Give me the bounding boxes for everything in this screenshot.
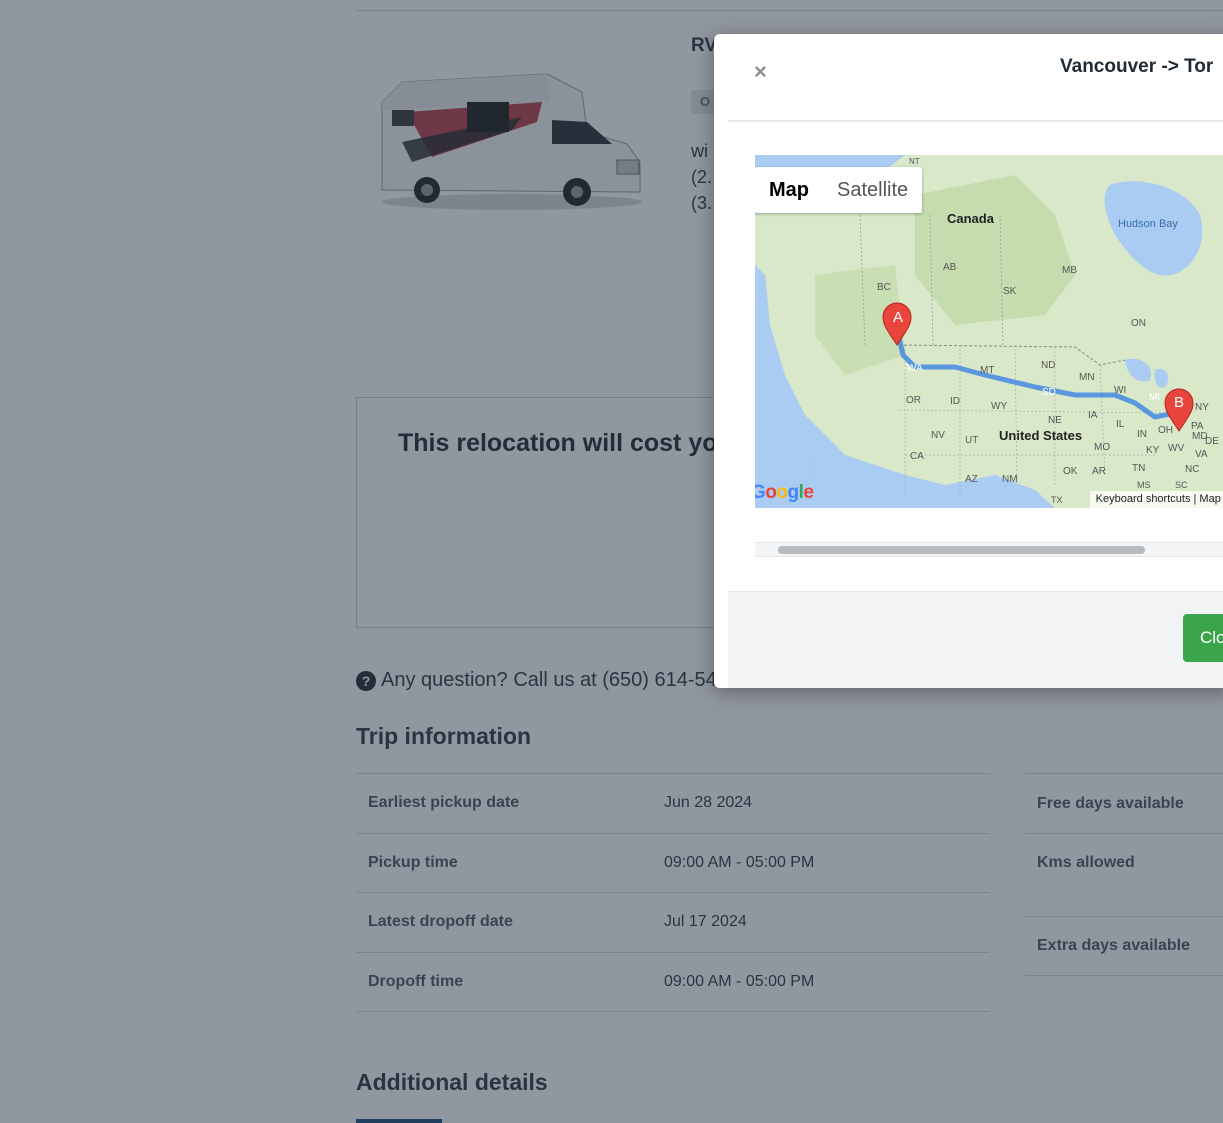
map-label: KY	[1146, 445, 1160, 456]
map-label: AR	[1092, 466, 1106, 477]
map-label: IA	[1088, 410, 1098, 421]
map-label: WV	[1168, 443, 1185, 454]
map-label: NV	[931, 430, 945, 441]
map-label: MB	[1062, 265, 1077, 276]
map-label: SD	[1042, 387, 1056, 398]
map-label: BC	[877, 282, 891, 293]
map-label: CA	[910, 451, 924, 462]
map-label: OH	[1158, 425, 1173, 436]
map-label: AZ	[965, 474, 978, 485]
map-label: NE	[1048, 415, 1062, 426]
horizontal-scrollbar[interactable]	[755, 542, 1223, 557]
route-map[interactable]: A B Canada Hudson Bay United States NT B…	[755, 155, 1223, 508]
map-label: TX	[1051, 495, 1063, 505]
map-label: NT	[909, 157, 920, 166]
map-label: MT	[980, 365, 995, 376]
marker-b-label: B	[1173, 394, 1184, 411]
map-label: MO	[1094, 442, 1111, 453]
map-label: Hudson Bay	[1118, 218, 1178, 230]
map-label: TN	[1132, 463, 1146, 474]
map-label: UT	[965, 435, 979, 446]
map-label: OR	[906, 395, 921, 406]
route-modal: × Vancouver -> Tor A B Canada Hudson Bay…	[714, 34, 1223, 688]
map-label: VA	[1195, 449, 1208, 460]
map-label: AB	[943, 262, 957, 273]
map-label: WY	[991, 401, 1008, 412]
map-label: OK	[1063, 466, 1078, 477]
close-button[interactable]: Clo	[1183, 614, 1223, 662]
map-label: MS	[1137, 480, 1151, 490]
map-label: WI	[1114, 385, 1127, 396]
map-label: United States	[999, 428, 1083, 443]
map-label: NC	[1185, 464, 1200, 475]
google-logo[interactable]: Google	[755, 482, 814, 504]
map-label: MI	[1149, 392, 1161, 403]
map-label: Canada	[947, 211, 994, 226]
map-label: ID	[950, 396, 960, 407]
marker-a-label: A	[892, 309, 903, 326]
map-type-toggle: Map Satellite	[755, 167, 923, 213]
divider	[728, 120, 1223, 122]
map-tab-satellite[interactable]: Satellite	[823, 167, 922, 213]
map-label: NY	[1195, 402, 1209, 413]
map-tab-map[interactable]: Map	[755, 167, 823, 213]
close-icon[interactable]: ×	[754, 61, 767, 83]
map-footer[interactable]: Keyboard shortcuts | Map d	[1089, 491, 1223, 508]
scrollbar-thumb[interactable]	[778, 546, 1145, 554]
map-label: SC	[1175, 480, 1188, 490]
map-label: WA	[907, 363, 923, 374]
map-label: NM	[1002, 474, 1018, 485]
map-label: DE	[1205, 436, 1219, 447]
map-label: ON	[1131, 318, 1146, 329]
modal-footer: Clo	[728, 591, 1223, 688]
map-label: ND	[1041, 360, 1056, 371]
map-label: IL	[1116, 419, 1125, 430]
map-label: SK	[1003, 286, 1017, 297]
map-label: MN	[1079, 372, 1095, 383]
map-label: IN	[1137, 429, 1147, 440]
modal-title: Vancouver -> Tor	[1060, 56, 1214, 77]
